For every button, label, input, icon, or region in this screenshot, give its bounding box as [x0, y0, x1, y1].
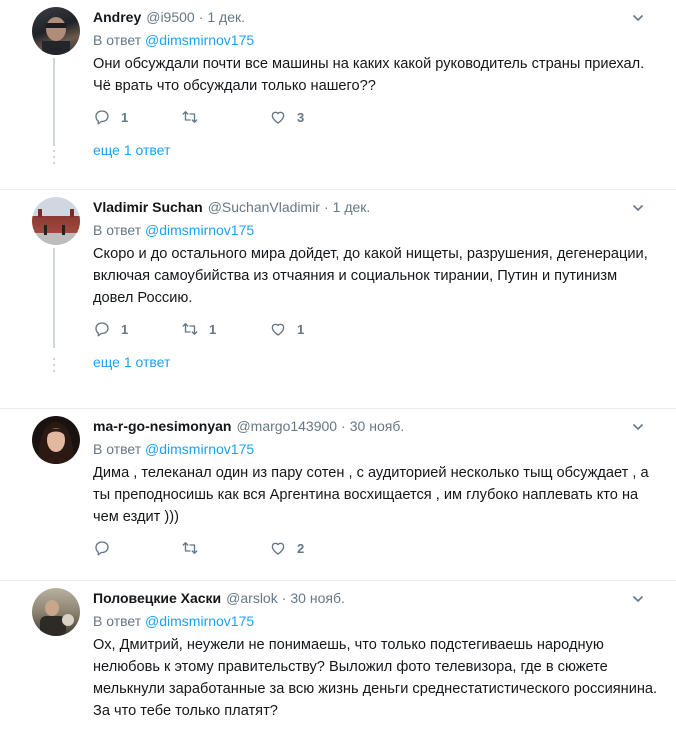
- tweet-actions: 1 3: [93, 107, 660, 127]
- separator-dot: ·: [323, 199, 329, 215]
- timestamp[interactable]: 30 нояб.: [290, 590, 344, 606]
- author-name[interactable]: ma-r-go-nesimonyan: [93, 418, 231, 434]
- tweet[interactable]: Половецкие Хаски @arslok · 30 нояб. В от…: [0, 581, 676, 736]
- thread-dots: [53, 358, 55, 376]
- author-name[interactable]: Vladimir Suchan: [93, 199, 203, 215]
- tweet[interactable]: Andrey @i9500 · 1 дек. В ответ @dimsmirn…: [0, 0, 676, 190]
- author-name[interactable]: Andrey: [93, 9, 141, 25]
- tweet-actions: 1 1 1: [93, 319, 660, 339]
- mention-link[interactable]: @dimsmirnov175: [145, 32, 254, 48]
- retweet-button[interactable]: 1: [181, 320, 269, 338]
- retweet-button[interactable]: [181, 108, 269, 126]
- reply-context: В ответ @dimsmirnov175: [93, 612, 660, 630]
- heart-icon: [271, 542, 285, 555]
- reply-button[interactable]: 1: [93, 108, 181, 126]
- reply-icon: [95, 541, 109, 556]
- reply-context: В ответ @dimsmirnov175: [93, 31, 660, 49]
- reply-prefix: В ответ: [93, 222, 142, 238]
- chevron-down-icon[interactable]: [632, 593, 644, 605]
- reply-count: 1: [121, 109, 129, 125]
- author-handle[interactable]: @margo143900: [236, 418, 337, 434]
- timestamp[interactable]: 1 дек.: [333, 199, 371, 215]
- separator-dot: ·: [341, 418, 346, 434]
- heart-icon: [271, 323, 285, 336]
- mention-link[interactable]: @dimsmirnov175: [145, 222, 254, 238]
- separator-dot: ·: [198, 9, 204, 25]
- like-button[interactable]: 3: [269, 108, 357, 126]
- timestamp[interactable]: 1 дек.: [207, 9, 245, 25]
- reply-count: 1: [121, 321, 129, 337]
- tweet-text: Они обсуждали почти все машины на каких …: [93, 56, 645, 94]
- retweet-button[interactable]: [181, 539, 269, 557]
- timestamp[interactable]: 30 нояб.: [350, 418, 404, 434]
- reply-icon: [95, 110, 109, 125]
- like-button[interactable]: 2: [269, 539, 357, 557]
- tweet-text: Ох, Дмитрий, неужели не понимаешь, что т…: [93, 637, 658, 719]
- show-more-replies-link[interactable]: еще 1 ответ: [93, 353, 660, 371]
- tweet-text: Скоро и до остального мира дойдет, до ка…: [93, 246, 648, 306]
- reply-context: В ответ @dimsmirnov175: [93, 440, 660, 458]
- separator-dot: ·: [281, 590, 287, 606]
- like-count: 2: [297, 540, 305, 556]
- like-count: 3: [297, 109, 305, 125]
- tweet-actions: 2: [93, 538, 660, 558]
- avatar[interactable]: [32, 416, 80, 464]
- avatar[interactable]: [32, 197, 80, 245]
- reply-button[interactable]: [93, 539, 181, 557]
- thread-line: [53, 248, 55, 348]
- avatar[interactable]: [32, 588, 80, 636]
- reply-icon: [95, 322, 109, 337]
- author-handle[interactable]: @i9500: [146, 9, 194, 25]
- author-handle[interactable]: @arslok: [226, 590, 278, 606]
- avatar[interactable]: [32, 7, 80, 55]
- mention-link[interactable]: @dimsmirnov175: [145, 441, 254, 457]
- like-button[interactable]: 1: [269, 320, 357, 338]
- mention-link[interactable]: @dimsmirnov175: [145, 613, 254, 629]
- thread-dots: [53, 150, 55, 168]
- reply-prefix: В ответ: [93, 441, 142, 457]
- author-name[interactable]: Половецкие Хаски: [93, 590, 221, 606]
- retweet-icon: [182, 323, 198, 335]
- reply-context: В ответ @dimsmirnov175: [93, 221, 660, 239]
- retweet-count: 1: [209, 321, 217, 337]
- show-more-replies-link[interactable]: еще 1 ответ: [93, 141, 660, 159]
- reply-feed: Andrey @i9500 · 1 дек. В ответ @dimsmirn…: [0, 0, 676, 736]
- reply-prefix: В ответ: [93, 32, 142, 48]
- chevron-down-icon[interactable]: [632, 421, 644, 433]
- chevron-down-icon[interactable]: [632, 202, 644, 214]
- author-handle[interactable]: @SuchanVladimir: [208, 199, 320, 215]
- reply-prefix: В ответ: [93, 613, 142, 629]
- chevron-down-icon[interactable]: [632, 12, 644, 24]
- thread-line: [53, 58, 55, 146]
- tweet[interactable]: ma-r-go-nesimonyan @margo143900 · 30 ноя…: [0, 409, 676, 581]
- heart-icon: [271, 111, 285, 124]
- retweet-icon: [182, 111, 198, 123]
- tweet[interactable]: Vladimir Suchan @SuchanVladimir · 1 дек.…: [0, 190, 676, 409]
- retweet-icon: [182, 542, 198, 554]
- tweet-text: Дима , телеканал один из пару сотен , с …: [93, 465, 649, 525]
- like-count: 1: [297, 321, 305, 337]
- reply-button[interactable]: 1: [93, 320, 181, 338]
